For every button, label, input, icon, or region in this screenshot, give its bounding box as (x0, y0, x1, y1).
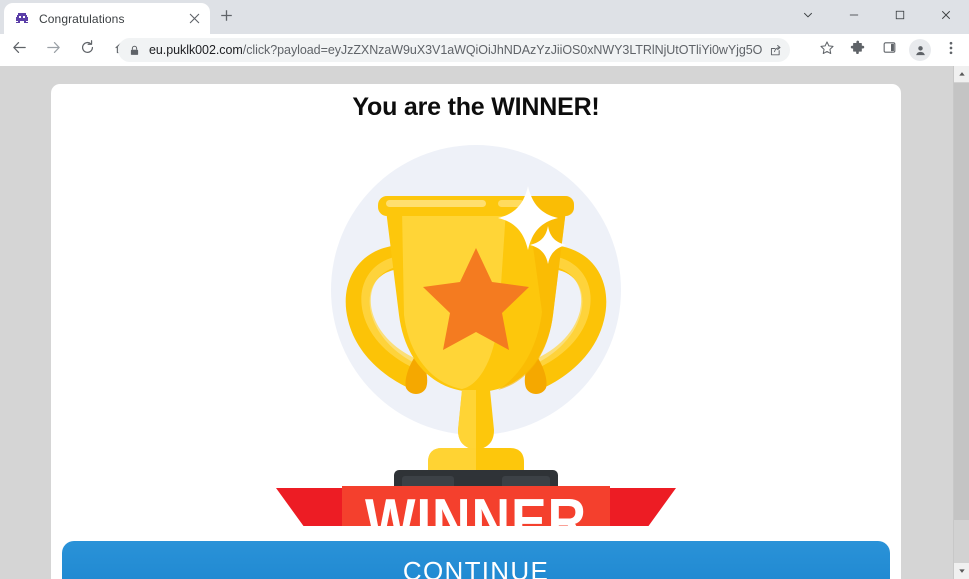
share-icon[interactable] (762, 39, 788, 61)
close-icon (940, 8, 952, 26)
continue-button-label: CONTINUE (402, 555, 550, 579)
avatar (909, 39, 931, 61)
side-panel-icon (882, 40, 897, 60)
reload-icon (79, 39, 96, 61)
browser-tab[interactable]: Congratulations (4, 3, 210, 34)
window-controls (785, 0, 969, 34)
vertical-scrollbar[interactable] (953, 66, 969, 579)
scroll-down-button[interactable] (954, 563, 969, 579)
puzzle-icon (850, 40, 866, 61)
tab-title: Congratulations (39, 11, 125, 26)
url-path: /click?payload=eyJzZXNzaW9uX3V1aWQiOiJhN… (242, 43, 762, 57)
ribbon-text: WINNER (365, 487, 587, 526)
navigation-buttons (5, 36, 135, 64)
lock-icon (129, 45, 140, 56)
triangle-down-icon (958, 562, 966, 579)
content-card: You are the WINNER! WINNER CONTINUE (51, 84, 901, 579)
extensions-button[interactable] (844, 36, 872, 64)
continue-button[interactable]: CONTINUE (62, 541, 890, 579)
profile-button[interactable] (906, 36, 934, 64)
page-title: You are the WINNER! (352, 93, 600, 121)
minimize-button[interactable] (831, 0, 877, 34)
browser-window: Congratulations eu.puklk002.com/click?pa… (0, 0, 969, 579)
side-panel-button[interactable] (875, 36, 903, 64)
winner-trophy-illustration: WINNER (266, 130, 686, 526)
scroll-up-button[interactable] (954, 66, 969, 82)
maximize-icon (894, 8, 906, 26)
page-viewport: You are the WINNER! WINNER CONTINUE (0, 66, 954, 579)
triangle-up-icon (958, 65, 966, 83)
arrow-left-icon (11, 39, 28, 61)
tab-search-button[interactable] (785, 0, 831, 34)
scrollbar-thumb[interactable] (954, 83, 969, 520)
minimize-icon (848, 8, 860, 26)
back-button[interactable] (5, 36, 33, 64)
url-text: eu.puklk002.com/click?payload=eyJzZXNzaW… (149, 43, 762, 57)
bookmark-button[interactable] (813, 36, 841, 64)
toolbar-right-icons (813, 36, 965, 64)
close-icon[interactable] (183, 8, 205, 30)
chevron-down-icon (802, 8, 814, 26)
address-bar[interactable]: eu.puklk002.com/click?payload=eyJzZXNzaW… (118, 38, 790, 62)
reload-button[interactable] (73, 36, 101, 64)
invader-icon (14, 11, 30, 27)
close-window-button[interactable] (923, 0, 969, 34)
star-icon (819, 40, 835, 61)
new-tab-button[interactable] (214, 6, 238, 30)
browser-toolbar: eu.puklk002.com/click?payload=eyJzZXNzaW… (0, 34, 969, 66)
url-host: eu.puklk002.com (149, 43, 243, 57)
forward-button[interactable] (39, 36, 67, 64)
maximize-button[interactable] (877, 0, 923, 34)
menu-button[interactable] (937, 36, 965, 64)
tab-strip: Congratulations (0, 0, 969, 34)
svg-text:WINNER: WINNER (365, 487, 587, 526)
plus-icon (220, 9, 233, 27)
kebab-menu-icon (943, 40, 959, 61)
arrow-right-icon (45, 39, 62, 61)
